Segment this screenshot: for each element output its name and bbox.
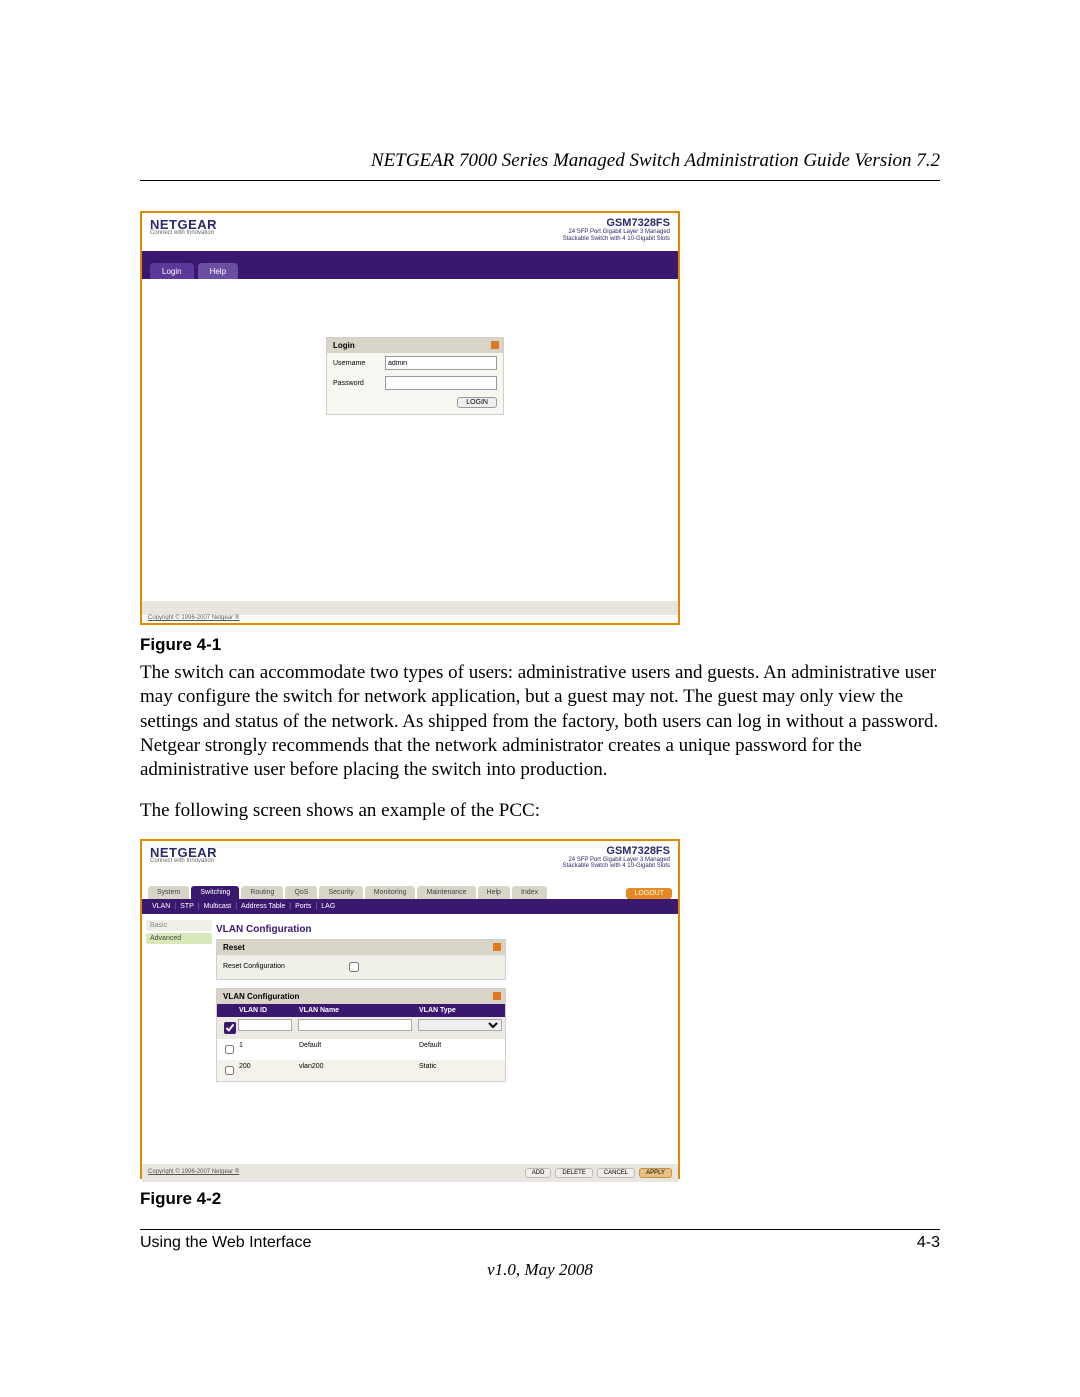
figure-4-2-screenshot: NETGEAR Connect with Innovation GSM7328F…: [140, 839, 680, 1179]
subnav-vlan[interactable]: VLAN: [152, 903, 170, 910]
tab-routing[interactable]: Routing: [241, 886, 283, 899]
delete-button[interactable]: DELETE: [555, 1168, 592, 1178]
username-label: Username: [333, 360, 381, 367]
tab-system[interactable]: System: [148, 886, 189, 899]
cell-vlan-type: Static: [415, 1060, 505, 1081]
tab-qos[interactable]: QoS: [285, 886, 317, 899]
model-number: GSM7328FS: [563, 217, 670, 229]
side-advanced[interactable]: Advanced: [146, 933, 212, 944]
password-label: Password: [333, 380, 381, 387]
subnav-multicast[interactable]: Multicast: [204, 903, 232, 910]
tab-maintenance[interactable]: Maintenance: [417, 886, 475, 899]
figure-4-1-label: Figure 4-1: [140, 635, 940, 655]
th-vlan-id: VLAN ID: [235, 1004, 295, 1017]
password-input[interactable]: [385, 376, 497, 390]
cell-vlan-id: 200: [235, 1060, 295, 1081]
figure-4-2-label: Figure 4-2: [140, 1189, 940, 1209]
subnav-stp[interactable]: STP: [180, 903, 194, 910]
new-vlan-name-input[interactable]: [298, 1019, 412, 1031]
tab-switching[interactable]: Switching: [191, 886, 239, 899]
subnav-lag[interactable]: LAG: [321, 903, 335, 910]
login-panel-title: Login: [327, 338, 503, 353]
tab-help[interactable]: Help: [198, 263, 238, 279]
subnav-ports[interactable]: Ports: [295, 903, 311, 910]
model-desc-2: Stackable Switch with 4 10-Gigabit Slots: [563, 863, 670, 870]
model-number: GSM7328FS: [563, 845, 670, 857]
cancel-button[interactable]: CANCEL: [597, 1168, 635, 1178]
copyright: Copyright © 1996-2007 Netgear ®: [148, 615, 239, 621]
login-panel: Login Username Password LOGIN: [326, 337, 504, 415]
login-button[interactable]: LOGIN: [457, 397, 497, 408]
model-desc-1: 24 SFP Port Gigabit Layer 3 Managed: [563, 229, 670, 236]
row-checkbox[interactable]: [225, 1045, 234, 1054]
tab-security[interactable]: Security: [319, 886, 362, 899]
add-button[interactable]: ADD: [525, 1168, 552, 1178]
cell-vlan-id: 1: [235, 1039, 295, 1060]
model-desc-2: Stackable Switch with 4 10-Gigabit Slots: [563, 236, 670, 243]
copyright: Copyright © 1996-2007 Netgear ®: [148, 1169, 239, 1175]
netgear-tagline: Connect with Innovation: [150, 230, 217, 236]
row-checkbox[interactable]: [225, 1066, 234, 1075]
model-desc-1: 24 SFP Port Gigabit Layer 3 Managed: [563, 857, 670, 864]
tab-login[interactable]: Login: [150, 263, 194, 279]
username-input[interactable]: [385, 356, 497, 370]
vlan-config-title: VLAN Configuration: [216, 924, 668, 935]
reset-panel-title: Reset: [217, 940, 505, 955]
body-paragraph-2: The following screen shows an example of…: [140, 799, 940, 823]
cell-vlan-name: vlan200: [295, 1060, 415, 1081]
tab-help[interactable]: Help: [478, 886, 510, 899]
body-paragraph-1: The switch can accommodate two types of …: [140, 661, 940, 783]
doc-header-title: NETGEAR 7000 Series Managed Switch Admin…: [140, 150, 940, 172]
logout-button[interactable]: LOGOUT: [626, 888, 672, 899]
side-basic[interactable]: Basic: [146, 920, 212, 931]
th-vlan-name: VLAN Name: [295, 1004, 415, 1017]
new-vlan-id-input[interactable]: [238, 1019, 292, 1031]
new-vlan-type-select[interactable]: [418, 1019, 502, 1031]
tab-index[interactable]: Index: [512, 886, 547, 899]
figure-4-1-screenshot: NETGEAR Connect with Innovation GSM7328F…: [140, 211, 680, 625]
cell-vlan-name: Default: [295, 1039, 415, 1060]
footer-right: 4-3: [917, 1234, 940, 1252]
reset-config-label: Reset Configuration: [223, 963, 285, 970]
subnav-address-table[interactable]: Address Table: [241, 903, 285, 910]
vlan-table-title: VLAN Configuration: [217, 989, 505, 1004]
netgear-tagline: Connect with Innovation: [150, 858, 217, 864]
footer-left: Using the Web Interface: [140, 1234, 311, 1252]
th-vlan-type: VLAN Type: [415, 1004, 505, 1017]
footer-rule: [140, 1229, 940, 1230]
header-rule: [140, 180, 940, 181]
reset-config-checkbox[interactable]: [349, 962, 359, 972]
apply-button[interactable]: APPLY: [639, 1168, 672, 1178]
cell-vlan-type: Default: [415, 1039, 505, 1060]
footer-version: v1.0, May 2008: [140, 1260, 940, 1280]
tab-monitoring[interactable]: Monitoring: [365, 886, 416, 899]
